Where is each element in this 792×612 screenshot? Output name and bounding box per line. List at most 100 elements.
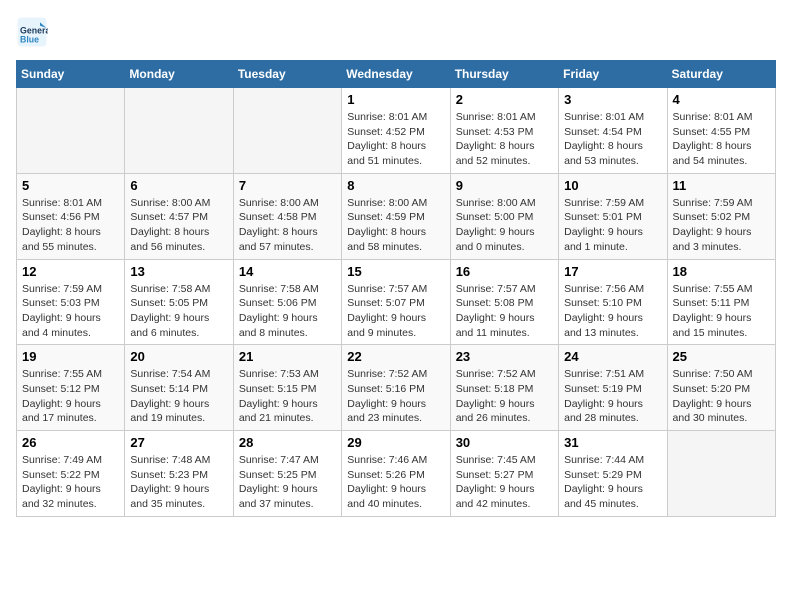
- calendar-cell: 29 Sunrise: 7:46 AMSunset: 5:26 PMDayligh…: [342, 431, 450, 517]
- svg-text:Blue: Blue: [20, 34, 39, 44]
- day-info: Sunrise: 7:49 AMSunset: 5:22 PMDaylight:…: [22, 453, 119, 512]
- calendar-week-row: 19 Sunrise: 7:55 AMSunset: 5:12 PMDayligh…: [17, 345, 776, 431]
- day-info: Sunrise: 7:59 AMSunset: 5:03 PMDaylight:…: [22, 282, 119, 341]
- calendar-cell: 9 Sunrise: 8:00 AMSunset: 5:00 PMDaylight…: [450, 173, 558, 259]
- day-number: 14: [239, 264, 336, 279]
- day-info: Sunrise: 8:01 AMSunset: 4:54 PMDaylight:…: [564, 110, 661, 169]
- calendar-week-row: 26 Sunrise: 7:49 AMSunset: 5:22 PMDayligh…: [17, 431, 776, 517]
- day-info: Sunrise: 7:45 AMSunset: 5:27 PMDaylight:…: [456, 453, 553, 512]
- day-number: 13: [130, 264, 227, 279]
- calendar-table: SundayMondayTuesdayWednesdayThursdayFrid…: [16, 60, 776, 517]
- day-number: 15: [347, 264, 444, 279]
- day-number: 28: [239, 435, 336, 450]
- day-number: 12: [22, 264, 119, 279]
- weekday-header: Tuesday: [233, 61, 341, 88]
- calendar-cell: 5Sunrise: 8:01 AMSunset: 4:56 PMDaylight…: [17, 173, 125, 259]
- calendar-cell: 3 Sunrise: 8:01 AMSunset: 4:54 PMDaylight…: [559, 88, 667, 174]
- day-info: Sunrise: 7:48 AMSunset: 5:23 PMDaylight:…: [130, 453, 227, 512]
- calendar-week-row: 5Sunrise: 8:01 AMSunset: 4:56 PMDaylight…: [17, 173, 776, 259]
- weekday-header: Monday: [125, 61, 233, 88]
- calendar-cell: 19 Sunrise: 7:55 AMSunset: 5:12 PMDayligh…: [17, 345, 125, 431]
- day-number: 22: [347, 349, 444, 364]
- page-header: General Blue: [16, 16, 776, 48]
- calendar-cell: 8Sunrise: 8:00 AMSunset: 4:59 PMDaylight…: [342, 173, 450, 259]
- calendar-cell: 16 Sunrise: 7:57 AMSunset: 5:08 PMDayligh…: [450, 259, 558, 345]
- day-number: 18: [673, 264, 770, 279]
- day-number: 7: [239, 178, 336, 193]
- day-info: Sunrise: 7:51 AMSunset: 5:19 PMDaylight:…: [564, 367, 661, 426]
- day-info: Sunrise: 7:55 AMSunset: 5:11 PMDaylight:…: [673, 282, 770, 341]
- calendar-cell: 4Sunrise: 8:01 AMSunset: 4:55 PMDaylight…: [667, 88, 775, 174]
- calendar-cell: 14 Sunrise: 7:58 AMSunset: 5:06 PMDayligh…: [233, 259, 341, 345]
- day-number: 11: [673, 178, 770, 193]
- calendar-cell: 7 Sunrise: 8:00 AMSunset: 4:58 PMDaylight…: [233, 173, 341, 259]
- calendar-cell: [17, 88, 125, 174]
- day-number: 29: [347, 435, 444, 450]
- day-number: 19: [22, 349, 119, 364]
- calendar-cell: 24 Sunrise: 7:51 AMSunset: 5:19 PMDayligh…: [559, 345, 667, 431]
- calendar-cell: 12 Sunrise: 7:59 AMSunset: 5:03 PMDayligh…: [17, 259, 125, 345]
- calendar-cell: 6Sunrise: 8:00 AMSunset: 4:57 PMDaylight…: [125, 173, 233, 259]
- day-number: 20: [130, 349, 227, 364]
- day-number: 1: [347, 92, 444, 107]
- day-number: 3: [564, 92, 661, 107]
- calendar-cell: 18 Sunrise: 7:55 AMSunset: 5:11 PMDayligh…: [667, 259, 775, 345]
- day-info: Sunrise: 7:52 AMSunset: 5:18 PMDaylight:…: [456, 367, 553, 426]
- calendar-cell: 28 Sunrise: 7:47 AMSunset: 5:25 PMDayligh…: [233, 431, 341, 517]
- day-number: 8: [347, 178, 444, 193]
- day-info: Sunrise: 7:47 AMSunset: 5:25 PMDaylight:…: [239, 453, 336, 512]
- weekday-row: SundayMondayTuesdayWednesdayThursdayFrid…: [17, 61, 776, 88]
- day-info: Sunrise: 8:01 AMSunset: 4:52 PMDaylight:…: [347, 110, 444, 169]
- day-info: Sunrise: 8:00 AMSunset: 5:00 PMDaylight:…: [456, 196, 553, 255]
- calendar-cell: 21 Sunrise: 7:53 AMSunset: 5:15 PMDayligh…: [233, 345, 341, 431]
- day-number: 24: [564, 349, 661, 364]
- calendar-cell: 27Sunrise: 7:48 AMSunset: 5:23 PMDayligh…: [125, 431, 233, 517]
- calendar-cell: 15 Sunrise: 7:57 AMSunset: 5:07 PMDayligh…: [342, 259, 450, 345]
- day-info: Sunrise: 7:54 AMSunset: 5:14 PMDaylight:…: [130, 367, 227, 426]
- day-info: Sunrise: 7:57 AMSunset: 5:07 PMDaylight:…: [347, 282, 444, 341]
- day-number: 26: [22, 435, 119, 450]
- day-info: Sunrise: 7:58 AMSunset: 5:05 PMDaylight:…: [130, 282, 227, 341]
- logo-icon: General Blue: [16, 16, 48, 48]
- day-info: Sunrise: 8:01 AMSunset: 4:56 PMDaylight:…: [22, 196, 119, 255]
- day-number: 2: [456, 92, 553, 107]
- calendar-cell: 23 Sunrise: 7:52 AMSunset: 5:18 PMDayligh…: [450, 345, 558, 431]
- weekday-header: Sunday: [17, 61, 125, 88]
- calendar-cell: 1 Sunrise: 8:01 AMSunset: 4:52 PMDaylight…: [342, 88, 450, 174]
- logo: General Blue: [16, 16, 54, 48]
- calendar-cell: 20 Sunrise: 7:54 AMSunset: 5:14 PMDayligh…: [125, 345, 233, 431]
- day-info: Sunrise: 7:53 AMSunset: 5:15 PMDaylight:…: [239, 367, 336, 426]
- day-info: Sunrise: 7:55 AMSunset: 5:12 PMDaylight:…: [22, 367, 119, 426]
- day-info: Sunrise: 8:00 AMSunset: 4:58 PMDaylight:…: [239, 196, 336, 255]
- day-number: 21: [239, 349, 336, 364]
- calendar-cell: 2Sunrise: 8:01 AMSunset: 4:53 PMDaylight…: [450, 88, 558, 174]
- day-info: Sunrise: 7:46 AMSunset: 5:26 PMDaylight:…: [347, 453, 444, 512]
- calendar-cell: 25 Sunrise: 7:50 AMSunset: 5:20 PMDayligh…: [667, 345, 775, 431]
- day-info: Sunrise: 7:50 AMSunset: 5:20 PMDaylight:…: [673, 367, 770, 426]
- calendar-week-row: 12 Sunrise: 7:59 AMSunset: 5:03 PMDayligh…: [17, 259, 776, 345]
- calendar-body: 1 Sunrise: 8:01 AMSunset: 4:52 PMDaylight…: [17, 88, 776, 517]
- day-number: 9: [456, 178, 553, 193]
- calendar-cell: 10Sunrise: 7:59 AMSunset: 5:01 PMDayligh…: [559, 173, 667, 259]
- weekday-header: Friday: [559, 61, 667, 88]
- day-number: 23: [456, 349, 553, 364]
- calendar-header: SundayMondayTuesdayWednesdayThursdayFrid…: [17, 61, 776, 88]
- day-info: Sunrise: 7:57 AMSunset: 5:08 PMDaylight:…: [456, 282, 553, 341]
- day-number: 17: [564, 264, 661, 279]
- calendar-week-row: 1 Sunrise: 8:01 AMSunset: 4:52 PMDaylight…: [17, 88, 776, 174]
- day-info: Sunrise: 7:56 AMSunset: 5:10 PMDaylight:…: [564, 282, 661, 341]
- day-number: 25: [673, 349, 770, 364]
- calendar-cell: 26 Sunrise: 7:49 AMSunset: 5:22 PMDayligh…: [17, 431, 125, 517]
- calendar-cell: 31Sunrise: 7:44 AMSunset: 5:29 PMDayligh…: [559, 431, 667, 517]
- calendar-cell: [667, 431, 775, 517]
- day-number: 16: [456, 264, 553, 279]
- day-number: 4: [673, 92, 770, 107]
- day-info: Sunrise: 8:00 AMSunset: 4:57 PMDaylight:…: [130, 196, 227, 255]
- day-number: 31: [564, 435, 661, 450]
- day-info: Sunrise: 7:58 AMSunset: 5:06 PMDaylight:…: [239, 282, 336, 341]
- calendar-cell: [233, 88, 341, 174]
- weekday-header: Wednesday: [342, 61, 450, 88]
- day-info: Sunrise: 7:52 AMSunset: 5:16 PMDaylight:…: [347, 367, 444, 426]
- calendar-cell: 17 Sunrise: 7:56 AMSunset: 5:10 PMDayligh…: [559, 259, 667, 345]
- calendar-cell: [125, 88, 233, 174]
